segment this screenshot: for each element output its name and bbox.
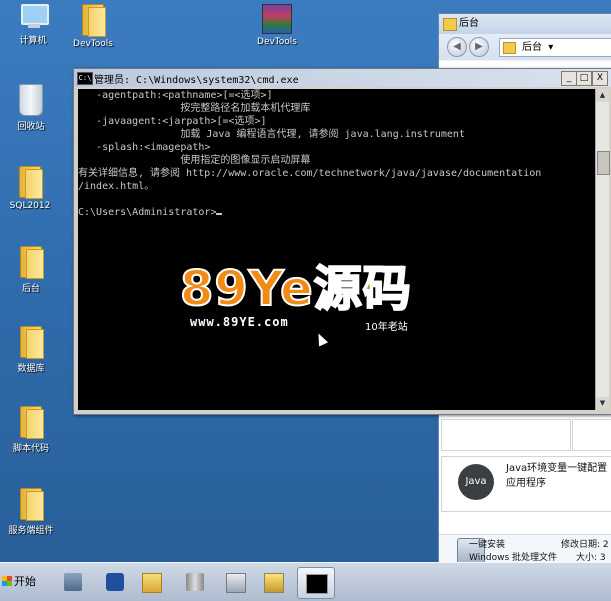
recycle-bin-icon[interactable]: 回收站	[0, 84, 64, 132]
start-label: 开始	[14, 575, 36, 588]
folder-icon	[18, 326, 44, 359]
console-prompt-line: C:\Users\Administrator>	[78, 206, 223, 219]
computer-icon[interactable]: 计算机	[0, 4, 66, 46]
watermark-brand: 89Ye	[179, 261, 314, 317]
forward-button[interactable]: ▶	[469, 37, 489, 57]
console-line: -javaagent:<jarpath>[=<选项>]	[78, 116, 267, 127]
address-text: 后台	[522, 42, 542, 53]
winrar-archive-icon	[262, 4, 292, 34]
folder-icon	[18, 488, 44, 521]
computer-management-icon	[264, 573, 284, 593]
desktop-icon-label: DevTools	[257, 37, 297, 47]
watermark-slogan: 10年老站	[365, 322, 408, 333]
monitor-icon	[18, 4, 49, 30]
devtools-folder-icon[interactable]: DevTools	[60, 4, 126, 49]
scripts-folder-icon[interactable]: 脚本代码	[0, 406, 64, 454]
close-button[interactable]: X	[592, 71, 608, 86]
console-line: -splash:<imagepath>	[78, 142, 211, 153]
tools-icon	[186, 573, 204, 591]
desktop-icon-label: 服务端组件	[8, 526, 54, 536]
java-installer-tile[interactable]: Java Java环境变量一键配置 应用程序	[441, 456, 611, 512]
sql2012-folder-icon[interactable]: SQL2012	[0, 166, 63, 211]
cmd-window[interactable]: C:\ 管理员: C:\Windows\system32\cmd.exe _ □…	[73, 68, 611, 415]
taskbar: 开始	[0, 562, 611, 601]
taskbar-cmd[interactable]	[297, 567, 335, 599]
desktop-icon-label: 后台	[21, 284, 40, 294]
console-line: 加载 Java 编程语言代理, 请参阅 java.lang.instrument	[78, 129, 465, 140]
cmd-titlebar[interactable]: C:\ 管理员: C:\Windows\system32\cmd.exe _ □…	[74, 69, 611, 87]
chevron-down-icon[interactable]: ▾	[548, 42, 553, 53]
desktop-icon-label: SQL2012	[9, 201, 51, 211]
server-components-folder-icon[interactable]: 服务端组件	[0, 488, 64, 536]
text-cursor	[216, 213, 223, 215]
java-tile-text: Java环境变量一键配置 应用程序	[506, 461, 607, 491]
watermark-logo: 89Ye源码	[179, 261, 412, 317]
folder-icon	[17, 166, 43, 199]
console-line: /index.html。	[78, 181, 155, 192]
windows-logo-icon	[2, 576, 12, 586]
console-line: 使用指定的图像显示启动屏幕	[78, 155, 311, 166]
java-logo-icon: Java	[458, 464, 494, 500]
start-button[interactable]: 开始	[2, 571, 42, 593]
details-pane: 一键安装 Windows 批处理文件 修改日期: 2 大小: 3	[439, 534, 611, 564]
database-folder-icon[interactable]: 数据库	[0, 326, 64, 374]
taskbar-tools[interactable]	[180, 567, 210, 597]
detail-modified: 修改日期: 2	[561, 540, 609, 550]
watermark-brand-cn: 源码	[313, 261, 412, 317]
network-icon	[226, 573, 246, 593]
folder-icon	[503, 42, 516, 54]
houtai-folder-icon[interactable]: 后台	[0, 246, 64, 294]
java-tile-type: 应用程序	[506, 478, 546, 489]
detail-filename: 一键安装	[469, 540, 506, 550]
trash-icon	[19, 84, 43, 116]
file-tile[interactable]	[441, 419, 571, 451]
watermark-url: www.89YE.com	[190, 315, 289, 329]
cmd-icon: C:\	[77, 72, 93, 85]
explorer-titlebar[interactable]: 后台	[439, 14, 611, 34]
folder-icon	[80, 4, 106, 37]
server-manager-icon	[64, 573, 82, 591]
taskbar-server-manager[interactable]	[58, 567, 88, 597]
taskbar-powershell[interactable]	[100, 567, 130, 597]
scroll-up-arrow-icon[interactable]: ▲	[596, 89, 609, 102]
back-button[interactable]: ◀	[447, 37, 467, 57]
powershell-icon	[106, 573, 124, 591]
java-tile-title: Java环境变量一键配置	[506, 463, 608, 474]
scroll-down-arrow-icon[interactable]: ▼	[596, 397, 609, 410]
desktop: 计算机 DevTools DevTools 回收站 SQL2012 后台 数据库…	[0, 0, 611, 564]
folder-icon	[18, 406, 44, 439]
explorer-navbar: ◀ ▶ 后台 ▾	[439, 34, 611, 60]
cmd-title: 管理员: C:\Windows\system32\cmd.exe	[94, 75, 299, 86]
scrollbar-thumb[interactable]	[597, 151, 610, 175]
vertical-scrollbar[interactable]: ▲ ▼	[595, 89, 610, 410]
console-line: 按完整路径名加载本机代理库	[78, 103, 311, 114]
explorer-title: 后台	[459, 18, 479, 29]
devtools-archive-icon[interactable]: DevTools	[244, 4, 310, 47]
console-line: 有关详细信息, 请参阅 http://www.oracle.com/techne…	[78, 168, 542, 179]
desktop-icon-label: DevTools	[73, 39, 113, 49]
desktop-icon-label: 数据库	[17, 364, 45, 374]
address-bar[interactable]: 后台 ▾	[499, 38, 611, 57]
desktop-icon-label: 脚本代码	[12, 444, 49, 454]
console-prompt: C:\Users\Administrator>	[78, 207, 217, 218]
minimize-button[interactable]: _	[561, 71, 577, 86]
taskbar-network[interactable]	[220, 567, 250, 597]
desktop-icon-label: 计算机	[19, 36, 47, 46]
taskbar-explorer[interactable]	[136, 567, 166, 597]
maximize-button[interactable]: □	[576, 71, 592, 86]
cmd-console[interactable]: -agentpath:<pathname>[=<选项>] 按完整路径名加载本机代…	[78, 89, 595, 410]
taskbar-computer[interactable]	[258, 567, 288, 597]
console-line: -agentpath:<pathname>[=<选项>]	[78, 90, 273, 101]
folder-icon	[142, 573, 162, 593]
file-tile[interactable]	[572, 419, 611, 451]
desktop-icon-label: 回收站	[17, 122, 45, 132]
cmd-icon	[306, 574, 328, 594]
folder-icon	[18, 246, 44, 279]
folder-icon	[443, 18, 457, 31]
